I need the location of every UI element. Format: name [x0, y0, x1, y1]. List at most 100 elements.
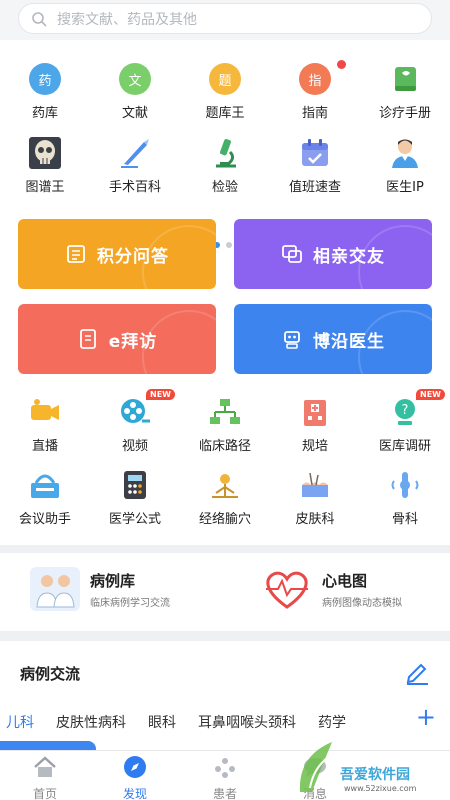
grid-label: 医学公式	[108, 512, 161, 527]
grid-item-surgery[interactable]: 手术百科	[90, 136, 180, 195]
case-library[interactable]: 病例库 临床病例学习交流	[30, 567, 170, 611]
nav-label: 患者	[212, 787, 237, 800]
tab-pharmacy[interactable]: 药学	[318, 712, 346, 732]
drug-icon: 药	[29, 63, 61, 95]
ecg-library[interactable]: 心电图 病例图像动态模拟	[262, 567, 402, 611]
heart-ecg-icon	[266, 571, 308, 609]
nav-label: 发现	[122, 787, 147, 800]
card-dating[interactable]: 相亲交友	[234, 219, 432, 289]
case-exchange-panel: 病例交流 儿科 皮肤性病科 眼科 耳鼻咽喉头颈科 药学 +	[0, 641, 450, 751]
card-label: 相亲交友	[313, 246, 385, 267]
grid-item-literature[interactable]: 文 文献	[90, 62, 180, 121]
grid-label: 医库调研	[378, 439, 431, 454]
grid-item-dermatology[interactable]: 皮肤科	[270, 468, 360, 527]
nav-home[interactable]: 首页	[0, 755, 90, 800]
tab-dermatology[interactable]: 皮肤性病科	[56, 712, 126, 732]
hospital-icon	[304, 400, 326, 426]
grid-label: 文献	[121, 106, 148, 121]
tab-pediatrics[interactable]: 儿科	[6, 712, 34, 732]
feature-panel: 药 药库 文 文献 题 题库王 指 指南 诊疗手册 图谱王 手术百科 检验 值班…	[0, 40, 450, 545]
grid-label: 手术百科	[108, 180, 161, 195]
film-reel-icon	[121, 399, 150, 423]
page-indicator	[214, 242, 232, 248]
bone-icon	[391, 472, 419, 498]
robot-icon	[284, 331, 300, 349]
section-title: 病例交流	[20, 665, 81, 683]
survey-icon: ?	[395, 399, 415, 425]
grid-label: 指南	[301, 106, 328, 121]
card-points-qa[interactable]: 积分问答	[18, 219, 216, 289]
new-badge: NEW	[416, 389, 445, 400]
discover-page: 搜索文献、药品及其他 药 药库 文 文献 题 题库王 指 指南 诊疗手册 图谱王…	[0, 0, 450, 800]
grid-label: 诊疗手册	[378, 106, 431, 121]
watermark-text: 吾爱软件园	[340, 767, 410, 783]
grid-item-orthopedics[interactable]: 骨科	[360, 468, 450, 527]
grid-item-atlas[interactable]: 图谱王	[0, 136, 90, 195]
watermark-logo-icon	[299, 742, 337, 792]
card-boyan-doctor[interactable]: 博沿医生	[234, 304, 432, 374]
grid-item-guide[interactable]: 指 指南	[270, 60, 360, 121]
meeting-icon	[31, 474, 59, 498]
guide-icon: 指	[299, 63, 331, 95]
card-label: e拜访	[108, 331, 158, 352]
grid-label: 医生IP	[386, 180, 424, 195]
nav-discover[interactable]: 发现	[90, 755, 180, 800]
page-dot	[226, 242, 232, 248]
search-placeholder: 搜索文献、药品及其他	[57, 11, 197, 28]
microscope-icon	[216, 139, 236, 168]
grid-item-duty[interactable]: 值班速查	[270, 136, 360, 195]
grid-item-live[interactable]: 直播	[0, 395, 90, 454]
visit-icon	[79, 329, 96, 349]
grid-label: 值班速查	[288, 180, 341, 195]
grid-label: 皮肤科	[295, 512, 335, 527]
edit-icon[interactable]	[404, 659, 430, 685]
tab-ent[interactable]: 耳鼻咽喉头颈科	[198, 712, 296, 732]
case-subtitle: 临床病例学习交流	[90, 597, 170, 609]
calculator-icon	[124, 471, 146, 499]
grid-item-question-bank[interactable]: 题 题库王	[180, 62, 270, 121]
flowchart-icon	[210, 399, 240, 424]
case-title: 病例库	[90, 571, 136, 590]
grid-item-meeting[interactable]: 会议助手	[0, 468, 90, 527]
grid-label: 药库	[31, 106, 58, 121]
card-label: 积分问答	[97, 246, 169, 267]
manual-book-icon	[395, 67, 416, 91]
search-input[interactable]: 搜索文献、药品及其他	[18, 3, 432, 34]
skin-icon	[302, 472, 328, 497]
grid-item-manual[interactable]: 诊疗手册	[360, 62, 450, 121]
grid-label: 骨科	[391, 512, 418, 527]
search-icon	[32, 11, 47, 26]
nav-label: 首页	[32, 787, 57, 800]
video-camera-icon	[31, 399, 59, 420]
watermark-url: www.52zixue.com	[344, 784, 417, 793]
grid-label: 图谱王	[25, 180, 65, 195]
grid-label: 检验	[211, 180, 238, 195]
home-icon	[34, 756, 56, 777]
grid-item-survey[interactable]: ? NEW 医库调研	[360, 389, 450, 454]
card-e-visit[interactable]: e拜访	[18, 304, 216, 374]
grid-item-video[interactable]: NEW 视频	[90, 389, 180, 454]
patient-icon	[215, 758, 235, 778]
add-tab-button[interactable]: +	[416, 703, 436, 731]
literature-icon: 文	[119, 63, 151, 95]
qa-icon	[67, 245, 85, 263]
grid-item-clinical-path[interactable]: 临床路径	[180, 395, 270, 454]
grid-item-formula[interactable]: 医学公式	[90, 468, 180, 527]
acupoint-icon	[212, 474, 238, 498]
grid-item-drug[interactable]: 药 药库	[0, 62, 90, 121]
search-bar-area: 搜索文献、药品及其他	[0, 0, 450, 40]
grid-item-lab[interactable]: 检验	[180, 136, 270, 195]
compass-icon	[124, 756, 146, 778]
grid-label: 会议助手	[18, 512, 71, 527]
grid-label: 经络腧穴	[198, 512, 251, 527]
new-badge: NEW	[146, 389, 175, 400]
case-subtitle: 病例图像动态模拟	[322, 597, 402, 609]
nav-patients[interactable]: 患者	[180, 755, 270, 800]
skull-atlas-icon	[29, 137, 61, 169]
tab-ophthalmology[interactable]: 眼科	[148, 712, 176, 732]
doctors-icon	[30, 567, 80, 611]
chat-icon	[282, 245, 302, 263]
grid-item-doctor-ip[interactable]: 医生IP	[360, 136, 450, 195]
grid-item-training[interactable]: 规培	[270, 395, 360, 454]
grid-item-acupoint[interactable]: 经络腧穴	[180, 468, 270, 527]
